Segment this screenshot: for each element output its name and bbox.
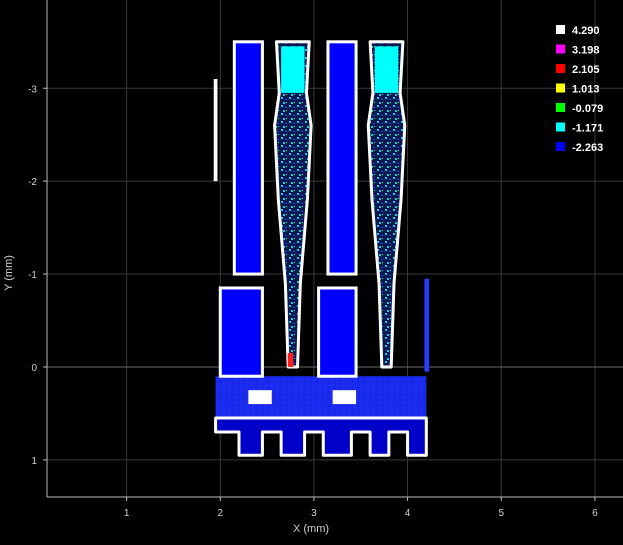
legend-label: 3.198: [572, 45, 600, 57]
y-tick-label: -2: [28, 177, 37, 188]
heatmap-image: [213, 40, 430, 457]
x-axis-label: X (mm): [293, 523, 329, 535]
region-pad-left: [248, 390, 272, 405]
x-tick-label: 6: [592, 508, 598, 519]
legend-label: -0.079: [572, 103, 603, 115]
legend-swatch: [556, 103, 565, 112]
x-tick-label: 2: [217, 508, 223, 519]
legend-swatch: [556, 83, 565, 93]
legend-swatch: [556, 122, 565, 132]
y-tick-label: 0: [31, 363, 37, 374]
region-electrode-column-right: [326, 40, 358, 276]
x-tick-label: 3: [311, 508, 317, 519]
legend-label: 1.013: [572, 84, 600, 96]
region-electrode-column-left: [232, 40, 264, 276]
legend-label: 2.105: [572, 64, 600, 76]
y-tick-labels: -3 -2 -1 0 1: [28, 84, 47, 467]
region-pad-right: [332, 390, 357, 405]
region-edge-sliver-right: [424, 278, 430, 372]
y-tick-label: -3: [28, 84, 37, 95]
region-base-block-right: [317, 286, 358, 378]
legend-swatch: [556, 142, 565, 151]
x-tick-label: 4: [405, 508, 411, 519]
y-axis-label: Y (mm): [3, 255, 15, 291]
heatmap-chart: 1 2 3 4 5 6 -3 -2 -1 0 1 X (mm) Y (mm) 4.290 3.198…: [3, 0, 623, 535]
legend-label: -2.263: [572, 142, 603, 154]
region-edge-sliver-left: [213, 78, 218, 182]
legend-swatch: [556, 44, 565, 54]
y-tick-label: -1: [28, 270, 37, 281]
x-tick-label: 1: [124, 508, 130, 519]
colorbar-legend: 4.290 3.198 2.105 1.013 -0.079 -1.171 -2.263: [556, 25, 603, 154]
x-tick-labels: 1 2 3 4 5 6: [124, 497, 598, 519]
y-tick-label: 1: [31, 456, 37, 467]
region-hotspot: [287, 353, 294, 367]
legend-swatch: [556, 64, 565, 73]
region-cavity-top-right: [374, 46, 399, 93]
legend-swatch: [556, 25, 565, 34]
region-base-block-left: [218, 286, 264, 378]
x-tick-label: 5: [498, 508, 504, 519]
legend-label: 4.290: [572, 25, 600, 37]
region-bottom-band: [215, 376, 427, 419]
legend-label: -1.171: [572, 123, 603, 135]
region-comb-teeth: [214, 416, 428, 457]
region-cavity-top-left: [281, 46, 305, 93]
